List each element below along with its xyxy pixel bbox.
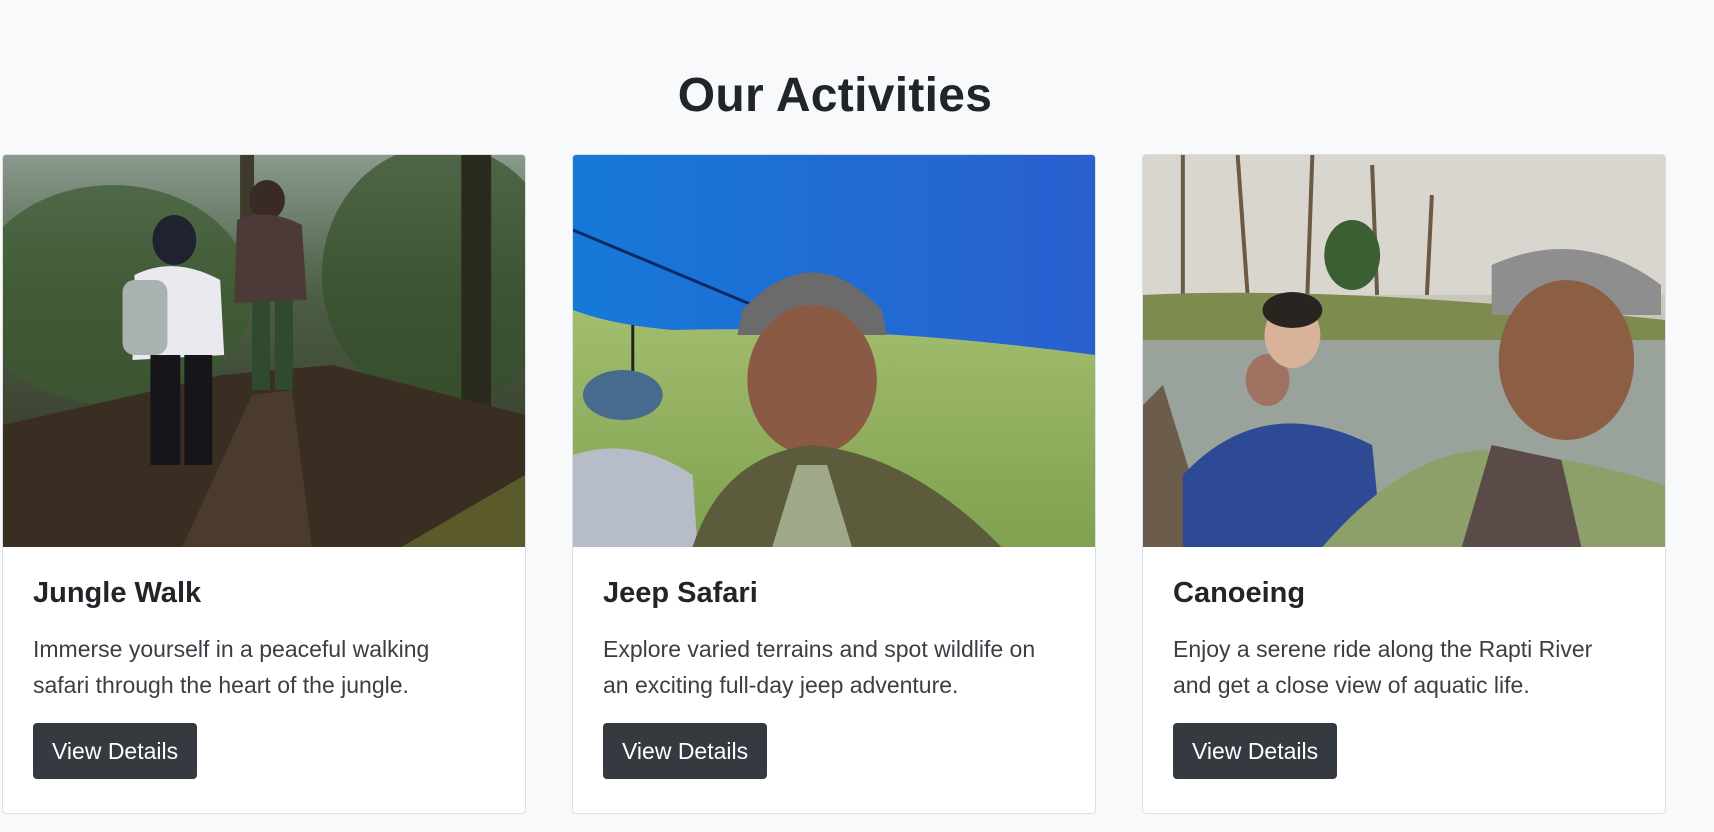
jeep-safari-image — [573, 155, 1095, 547]
canoeing-image — [1143, 155, 1665, 547]
jungle-walk-photo — [3, 155, 525, 547]
card-description: Explore varied terrains and spot wildlif… — [603, 636, 1036, 698]
card-title: Jeep Safari — [603, 577, 758, 609]
view-details-button[interactable]: View Details — [1173, 723, 1338, 779]
activity-card-jeep-safari: Jeep Safari Explore varied terrains and … — [572, 154, 1096, 814]
canoeing-photo — [1143, 155, 1665, 547]
activity-card-canoeing: Canoeing Enjoy a serene ride along the R… — [1142, 154, 1666, 814]
card-title: Canoeing — [1173, 577, 1306, 609]
card-title: Jungle Walk — [33, 577, 202, 609]
jungle-walk-image — [3, 155, 525, 547]
view-details-button[interactable]: View Details — [603, 723, 768, 779]
activity-card-jungle-walk: Jungle Walk Immerse yourself in a peacef… — [2, 154, 526, 814]
card-description: Enjoy a serene ride along the Rapti Rive… — [1173, 636, 1593, 698]
card-description: Immerse yourself in a peaceful walking s… — [33, 636, 430, 698]
view-details-button[interactable]: View Details — [33, 723, 198, 779]
jeep-safari-photo — [573, 155, 1095, 547]
section-title: Our Activities — [677, 69, 993, 122]
activities-section: Our Activities Jungle Walk Immerse yours… — [0, 0, 1714, 832]
